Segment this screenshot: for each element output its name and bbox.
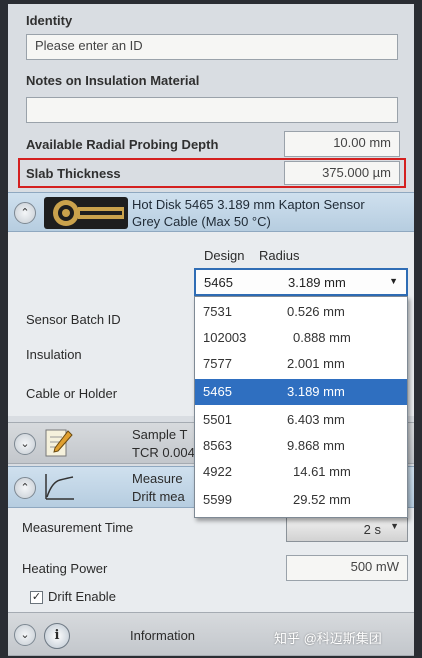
measurement-time-select[interactable]: 2 s ▼ [286,516,408,542]
radial-depth-label: Available Radial Probing Depth [26,137,219,152]
heating-power-value: 500 mW [350,559,399,574]
sensor-option[interactable]: 7531 0.526 mm [195,299,407,325]
option-radius: 14.61 mm [293,464,351,479]
sample-title-line1: Sample T [132,427,188,442]
option-radius: 0.888 mm [293,330,351,345]
identity-placeholder: Please enter an ID [35,38,143,53]
expand-chevron-icon[interactable]: ⌄ [14,433,36,455]
option-design: 7531 [203,304,232,319]
option-design: 5599 [203,492,232,507]
identity-label: Identity [26,13,73,28]
dropdown-arrow-icon: ▼ [390,521,399,531]
option-design: 5465 [203,384,232,399]
watermark: 知乎 @科迈斯集团 [274,631,382,646]
sensor-design-options: 7531 0.526 mm 102003 0.888 mm 7577 2.001… [194,296,408,518]
slab-thickness-value: 375.000 µm [322,165,391,180]
measure-panel: Measurement Time 2 s ▼ Heating Power 500… [8,508,414,612]
drift-enable-label: Drift Enable [48,589,116,604]
radius-column-header: Radius [259,248,300,263]
sensor-section-header[interactable]: ⌃ Hot Disk 5465 3.189 mm Kapton Sensor G… [8,192,414,232]
notes-input[interactable] [26,97,398,123]
information-label: Information [130,628,196,643]
graph-icon [42,472,76,502]
collapse-chevron-icon[interactable]: ⌃ [14,477,36,499]
drift-enable-checkbox[interactable]: ✓ [30,591,43,604]
slab-thickness-input[interactable]: 375.000 µm [284,161,400,185]
radial-depth-value: 10.00 mm [333,135,391,150]
selected-radius: 3.189 mm [288,275,346,290]
sensor-option[interactable]: 7577 2.001 mm [195,351,407,377]
option-radius: 9.868 mm [287,438,345,453]
collapse-chevron-icon[interactable]: ⌃ [14,202,36,224]
measure-title-line1: Measure [132,471,183,486]
cable-holder-label: Cable or Holder [26,386,118,401]
option-design: 102003 [203,330,247,345]
info-icon: i [44,623,70,649]
selected-design: 5465 [204,275,233,290]
heating-power-label: Heating Power [22,561,108,576]
option-radius: 0.526 mm [287,304,345,319]
sensor-title-line1: Hot Disk 5465 3.189 mm Kapton Sensor [132,197,365,212]
option-radius: 3.189 mm [287,384,345,399]
dropdown-arrow-icon: ▼ [389,276,398,286]
design-column-header: Design [204,248,245,263]
option-radius: 2.001 mm [287,356,345,371]
notes-label: Notes on Insulation Material [26,73,200,88]
sensor-design-select[interactable]: 5465 3.189 mm ▼ [194,268,408,296]
option-design: 5501 [203,412,232,427]
measure-title-line2: Drift mea [132,489,185,504]
sensor-option[interactable]: 8563 9.868 mm [195,433,407,459]
slab-thickness-label: Slab Thickness [26,166,121,181]
sensor-option[interactable]: 102003 0.888 mm [195,325,407,351]
sensor-batch-label: Sensor Batch ID [26,312,121,327]
option-design: 7577 [203,356,232,371]
sample-title-line2: TCR 0.004 [132,445,195,460]
settings-window: Identity Please enter an ID Notes on Ins… [8,4,414,656]
measurement-time-value: 2 s [363,522,381,537]
option-design: 4922 [203,464,232,479]
measurement-time-label: Measurement Time [22,520,134,535]
option-design: 8563 [203,438,232,453]
sensor-option[interactable]: 5501 6.403 mm [195,407,407,433]
option-radius: 6.403 mm [287,412,345,427]
insulation-label: Insulation [26,347,82,362]
radial-depth-input[interactable]: 10.00 mm [284,131,400,157]
sensor-option-selected[interactable]: 5465 3.189 mm [195,379,407,405]
sensor-option[interactable]: 5599 29.52 mm [195,487,407,513]
expand-chevron-icon[interactable]: ⌄ [14,624,36,646]
identity-input[interactable]: Please enter an ID [26,34,398,60]
sensor-icon [44,197,128,229]
sensor-title-line2: Grey Cable (Max 50 °C) [132,214,271,229]
heating-power-input[interactable]: 500 mW [286,555,408,581]
notepad-icon [42,427,74,459]
option-radius: 29.52 mm [293,492,351,507]
sensor-option[interactable]: 4922 14.61 mm [195,459,407,485]
